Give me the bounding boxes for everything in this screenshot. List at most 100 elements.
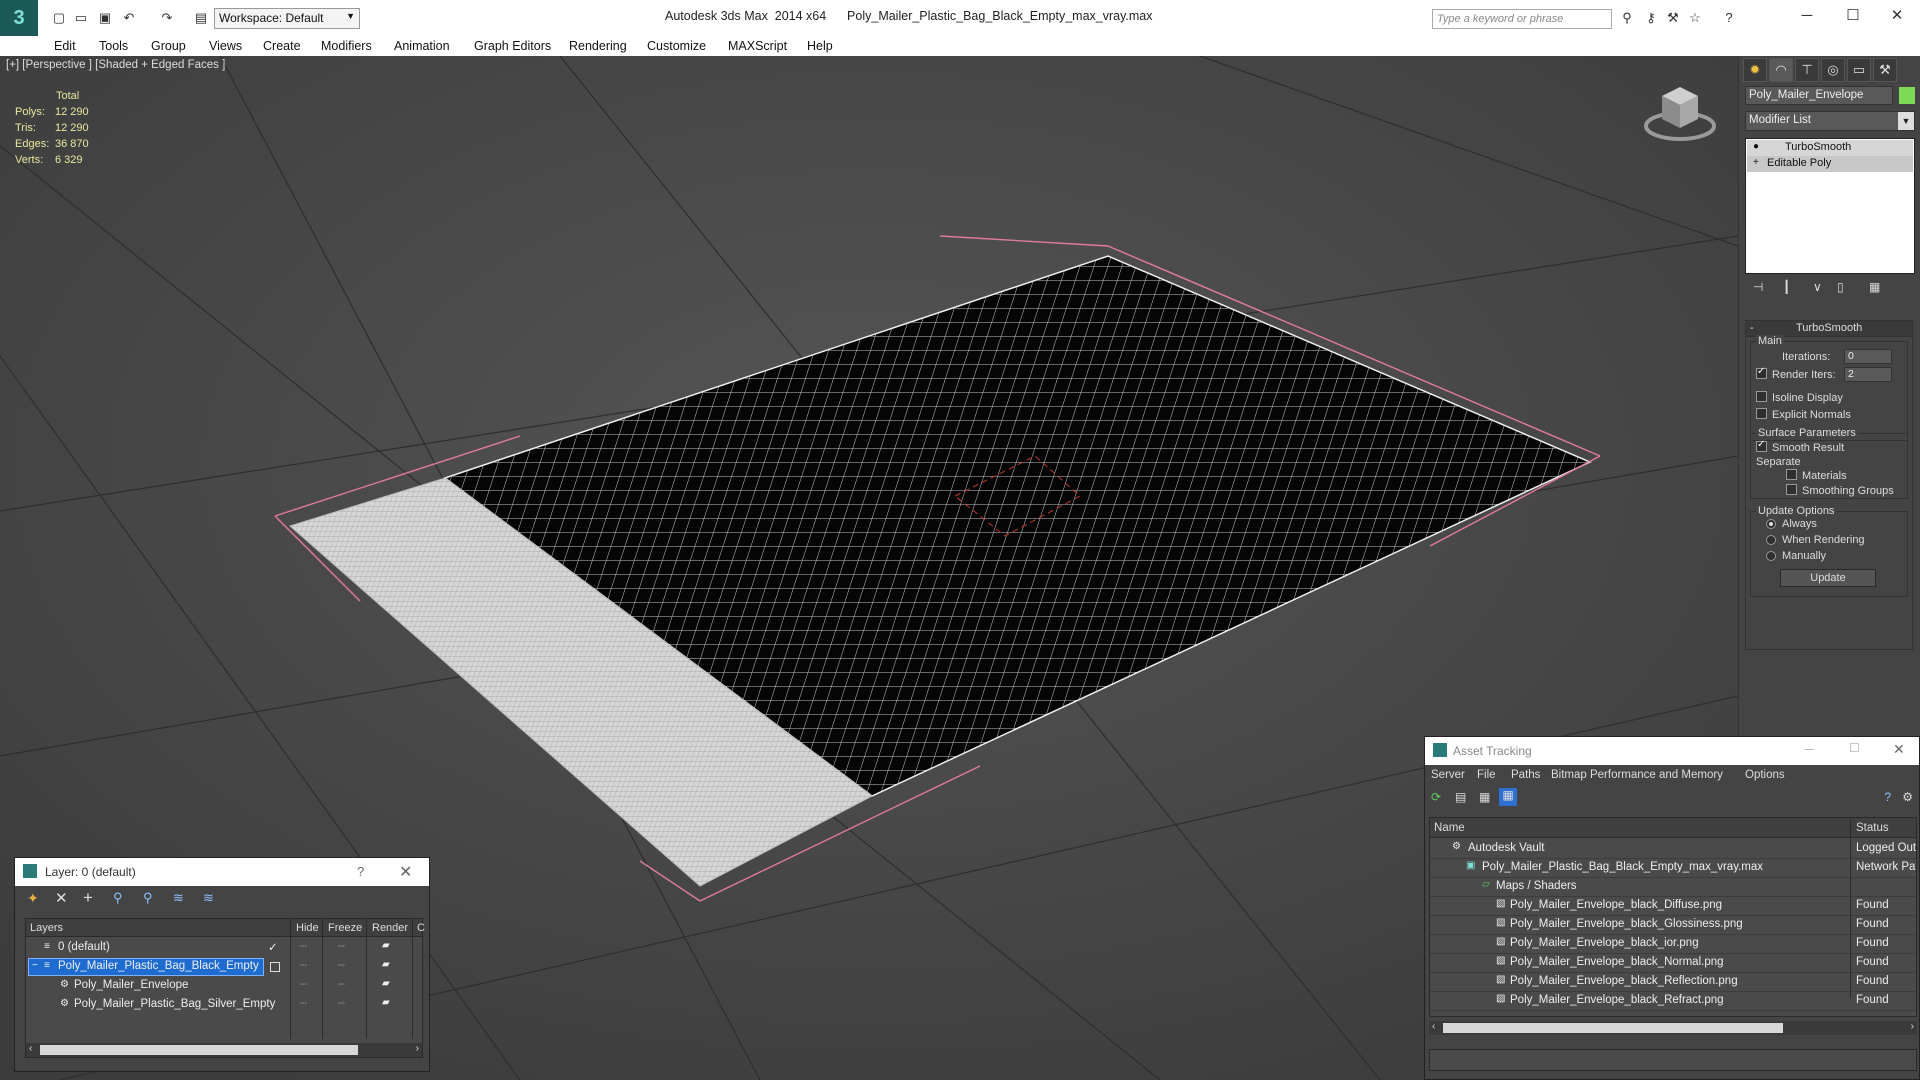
render-iters-checkbox[interactable] (1756, 366, 1767, 379)
close-icon[interactable]: ✕ (399, 862, 412, 882)
open-file-icon[interactable]: ▭ (72, 9, 90, 27)
asset-menu-bitmap[interactable]: Bitmap Performance and Memory (1551, 769, 1723, 781)
asset-menu-server[interactable]: Server (1431, 769, 1465, 781)
asset-row[interactable]: ▱ Maps / Shaders (1430, 878, 1916, 897)
asset-row[interactable]: ▧ Poly_Mailer_Envelope_black_Normal.png … (1430, 954, 1916, 973)
current-layer-box[interactable] (270, 962, 280, 972)
asset-path-field[interactable] (1429, 1049, 1917, 1071)
manually-radio[interactable] (1766, 551, 1776, 561)
maximize-button[interactable]: ☐ (1830, 4, 1876, 28)
menu-maxscript[interactable]: MAXScript (728, 39, 787, 53)
asset-row[interactable]: ▧ Poly_Mailer_Envelope_black_ior.png Fou… (1430, 935, 1916, 954)
col-hide[interactable]: Hide (296, 922, 319, 934)
scroll-right-icon[interactable]: › (416, 1043, 419, 1054)
display-tab-icon[interactable]: ▭ (1847, 58, 1871, 82)
menu-tools[interactable]: Tools (99, 39, 128, 53)
menu-graph-editors[interactable]: Graph Editors (474, 39, 551, 53)
layer-row[interactable]: ⚙ Poly_Mailer_Envelope ┄ ┄ ▰ (26, 977, 422, 996)
save-icon[interactable]: ▣ (96, 9, 114, 27)
scroll-left-icon[interactable]: ‹ (29, 1043, 32, 1054)
menu-help[interactable]: Help (807, 39, 833, 53)
menu-animation[interactable]: Animation (394, 39, 450, 53)
workspace-dropdown[interactable]: Workspace: Default ▼ (214, 8, 360, 29)
hierarchy-tab-icon[interactable]: ⊤ (1795, 58, 1819, 82)
scroll-thumb[interactable] (1443, 1023, 1783, 1033)
scroll-thumb[interactable] (40, 1045, 358, 1055)
asset-menu-file[interactable]: File (1477, 769, 1496, 781)
materials-checkbox[interactable] (1786, 469, 1797, 480)
utilities-tab-icon[interactable]: ⚒ (1873, 58, 1897, 82)
list-view-icon[interactable]: ▤ (1455, 790, 1466, 804)
project-folder-icon[interactable]: ▤ (192, 9, 210, 27)
show-end-result-icon[interactable]: ┃ (1783, 280, 1790, 294)
close-icon[interactable]: ✕ (1893, 741, 1905, 758)
asset-menu-paths[interactable]: Paths (1511, 769, 1540, 781)
asset-horizontal-scrollbar[interactable]: ‹ › (1429, 1021, 1917, 1035)
collapse-icon[interactable]: − (32, 960, 38, 971)
horizontal-scrollbar[interactable]: ‹ › (26, 1043, 422, 1057)
help-icon[interactable]: ? (1720, 9, 1738, 27)
always-radio[interactable] (1766, 519, 1776, 529)
remove-modifier-icon[interactable]: ▯ (1837, 280, 1844, 294)
asset-dialog-titlebar[interactable]: Asset Tracking ─ ☐ ✕ (1425, 737, 1919, 765)
light-bulb-icon[interactable]: ● (1753, 141, 1759, 152)
stack-item-editable-poly[interactable]: + Editable Poly (1747, 156, 1913, 172)
help-icon[interactable]: ? (357, 864, 364, 879)
layer-row[interactable]: ≡ 0 (default) ✓ ┄ ┄ ▰ (26, 939, 422, 958)
create-tab-icon[interactable]: ✹ (1743, 58, 1767, 82)
new-file-icon[interactable]: ▢ (50, 9, 68, 27)
menu-create[interactable]: Create (263, 39, 301, 53)
modifier-list-dropdown[interactable]: Modifier List ▼ (1745, 111, 1915, 131)
binoculars-icon[interactable]: ⚲ (1618, 9, 1636, 27)
asset-row[interactable]: ▣ Poly_Mailer_Plastic_Bag_Black_Empty_ma… (1430, 859, 1916, 878)
search-input[interactable]: Type a keyword or phrase (1432, 9, 1612, 29)
col-name[interactable]: Name (1434, 822, 1465, 834)
stack-item-turbosmooth[interactable]: ● TurboSmooth (1747, 140, 1913, 156)
when-rendering-radio[interactable] (1766, 535, 1776, 545)
object-color-swatch[interactable] (1899, 87, 1915, 104)
asset-menu-options[interactable]: Options (1745, 769, 1785, 781)
update-button[interactable]: Update (1780, 569, 1876, 587)
favorites-icon[interactable]: ☆ (1686, 9, 1704, 27)
freeze-toggle[interactable]: ┄ (338, 977, 345, 991)
isoline-display-checkbox[interactable] (1756, 391, 1767, 402)
key-icon[interactable]: ⚷ (1642, 9, 1660, 27)
help-icon[interactable]: ? (1884, 790, 1891, 804)
scroll-left-icon[interactable]: ‹ (1432, 1021, 1435, 1032)
expand-icon[interactable]: + (1753, 157, 1759, 168)
render-toggle-icon[interactable]: ▰ (382, 959, 390, 970)
col-render[interactable]: Render (372, 922, 408, 934)
viewport-label[interactable]: [+] [Perspective ] [Shaded + Edged Faces… (6, 59, 225, 71)
explicit-normals-checkbox[interactable] (1756, 408, 1767, 419)
menu-customize[interactable]: Customize (647, 39, 706, 53)
smooth-result-checkbox[interactable] (1756, 439, 1767, 452)
highlight-layer-icon[interactable]: ⚲ (143, 890, 153, 906)
motion-tab-icon[interactable]: ◎ (1821, 58, 1845, 82)
asset-row[interactable]: ⚙ Autodesk Vault Logged Out (1430, 840, 1916, 859)
menu-edit[interactable]: Edit (54, 39, 76, 53)
object-name-field[interactable]: Poly_Mailer_Envelope (1745, 86, 1893, 105)
iterations-spinner[interactable]: 0 (1844, 349, 1892, 364)
menu-group[interactable]: Group (151, 39, 186, 53)
hide-toggle[interactable]: ┄ (300, 939, 307, 953)
menu-modifiers[interactable]: Modifiers (321, 39, 372, 53)
tools-icon[interactable]: ⚒ (1664, 9, 1682, 27)
col-color[interactable]: C (417, 922, 425, 934)
freeze-toggle[interactable]: ┄ (338, 958, 345, 972)
configure-sets-icon[interactable]: ▦ (1869, 280, 1880, 294)
freeze-toggle[interactable]: ┄ (338, 939, 345, 953)
table-view-icon[interactable]: ▦ (1499, 788, 1517, 806)
thumbnail-view-icon[interactable]: ▦ (1479, 790, 1490, 804)
pin-stack-icon[interactable]: ⊣ (1753, 280, 1763, 294)
asset-row[interactable]: ▧ Poly_Mailer_Envelope_black_Diffuse.png… (1430, 897, 1916, 916)
layer-dialog-titlebar[interactable]: Layer: 0 (default) ? ✕ (15, 858, 429, 886)
layer-row[interactable]: ⚙ Poly_Mailer_Plastic_Bag_Silver_Empty ┄… (26, 996, 422, 1015)
asset-row[interactable]: ▧ Poly_Mailer_Envelope_black_Refract.png… (1430, 992, 1916, 1011)
settings-icon[interactable]: ⚙ (1902, 790, 1913, 804)
make-unique-icon[interactable]: ∨ (1813, 280, 1822, 294)
render-toggle-icon[interactable]: ▰ (382, 997, 390, 1008)
minimize-icon[interactable]: ─ (1805, 742, 1814, 756)
hide-toggle[interactable]: ┄ (300, 996, 307, 1010)
asset-row[interactable]: ▧ Poly_Mailer_Envelope_black_Glossiness.… (1430, 916, 1916, 935)
hide-toggle[interactable]: ┄ (300, 958, 307, 972)
